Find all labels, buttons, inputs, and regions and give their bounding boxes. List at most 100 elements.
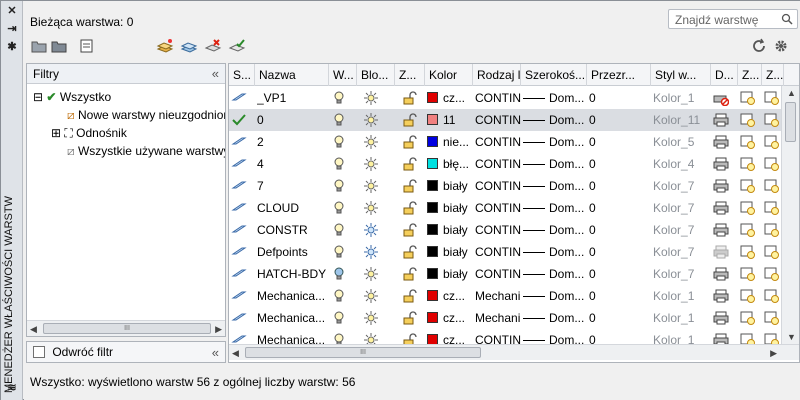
layer-plot-toggle[interactable] (713, 175, 738, 197)
layer-lock-toggle[interactable] (397, 153, 425, 175)
layer-status-cell[interactable] (231, 285, 255, 307)
layer-lineweight-cell[interactable]: Dom... (523, 131, 587, 153)
layer-new-vp-freeze-toggle[interactable] (740, 263, 762, 285)
layer-freeze-toggle[interactable] (359, 197, 395, 219)
layer-row[interactable]: HATCH-BDY biały CONTIN... Dom... 0 Kolor_7 (229, 263, 782, 285)
layer-status-cell[interactable] (231, 219, 255, 241)
layer-name-cell[interactable]: Defpoints (257, 241, 329, 263)
layer-name-cell[interactable]: 4 (257, 153, 329, 175)
layer-status-cell[interactable] (231, 307, 255, 329)
layer-plotstyle-cell[interactable]: Kolor_5 (653, 131, 711, 153)
layer-plotstyle-cell[interactable]: Kolor_7 (653, 241, 711, 263)
new-group-filter-icon[interactable] (50, 37, 68, 55)
layer-plotstyle-cell[interactable]: Kolor_1 (653, 285, 711, 307)
scroll-thumb[interactable]: III (245, 347, 481, 358)
column-header[interactable]: Szerokoś... (521, 64, 587, 86)
properties-gear-icon[interactable]: ✱ (6, 41, 18, 53)
layer-plot-toggle[interactable] (713, 87, 738, 109)
grid-horizontal-scrollbar[interactable]: ◀ III ▶ (229, 344, 799, 360)
layer-lock-toggle[interactable] (397, 307, 425, 329)
scroll-up-icon[interactable]: ▲ (787, 88, 796, 98)
layer-on-toggle[interactable] (331, 197, 357, 219)
layer-row[interactable]: Defpoints biały CONTIN... Dom... 0 Kolor_7 (229, 241, 782, 263)
layer-linetype-cell[interactable]: CONTIN... (475, 87, 521, 109)
layer-color-cell[interactable]: biały (427, 197, 473, 219)
layer-new-vp-freeze-toggle[interactable] (740, 131, 762, 153)
layer-linetype-cell[interactable]: CONTIN... (475, 219, 521, 241)
layer-lock-toggle[interactable] (397, 285, 425, 307)
layer-freeze-toggle[interactable] (359, 307, 395, 329)
layer-row[interactable]: 7 biały CONTIN... Dom... 0 Kolor_7 (229, 175, 782, 197)
layer-status-cell[interactable] (231, 87, 255, 109)
layer-color-cell[interactable]: cz... (427, 285, 473, 307)
layer-freeze-toggle[interactable] (359, 285, 395, 307)
layer-row[interactable]: 4 błę... CONTIN... Dom... 0 Kolor_4 (229, 153, 782, 175)
grid-vertical-scrollbar[interactable]: ▲ ▼ (781, 86, 799, 344)
delete-layer-icon[interactable] (204, 37, 222, 55)
layer-lineweight-cell[interactable]: Dom... (523, 263, 587, 285)
layer-new-vp-freeze-toggle[interactable] (740, 197, 762, 219)
layer-status-cell[interactable] (231, 263, 255, 285)
layer-new-vp-freeze-toggle[interactable] (740, 307, 762, 329)
layer-transparency-cell[interactable]: 0 (589, 153, 651, 175)
layer-name-cell[interactable]: 2 (257, 131, 329, 153)
layer-plotstyle-cell[interactable]: Kolor_1 (653, 87, 711, 109)
layer-plotstyle-cell[interactable]: Kolor_1 (653, 307, 711, 329)
layer-new-vp-freeze-toggle[interactable] (740, 175, 762, 197)
layer-transparency-cell[interactable]: 0 (589, 307, 651, 329)
layer-name-cell[interactable]: 0 (257, 109, 329, 131)
layer-lock-toggle[interactable] (397, 131, 425, 153)
layer-name-cell[interactable]: CLOUD (257, 197, 329, 219)
invert-filter-checkbox[interactable] (33, 346, 45, 358)
layer-name-cell[interactable]: CONSTR (257, 219, 329, 241)
settings-gear-icon[interactable] (772, 37, 790, 55)
refresh-icon[interactable] (750, 37, 768, 55)
layer-on-toggle[interactable] (331, 307, 357, 329)
layer-lock-toggle[interactable] (397, 263, 425, 285)
layer-plot-toggle[interactable] (713, 241, 738, 263)
layer-row[interactable]: 2 nie... CONTIN... Dom... 0 Kolor_5 (229, 131, 782, 153)
layer-color-cell[interactable]: 11 (427, 109, 473, 131)
layer-on-toggle[interactable] (331, 263, 357, 285)
layer-transparency-cell[interactable]: 0 (589, 131, 651, 153)
scroll-right-icon[interactable]: ▶ (215, 324, 222, 335)
column-header[interactable]: Z... (762, 64, 784, 86)
layer-plot-toggle[interactable] (713, 307, 738, 329)
layer-transparency-cell[interactable]: 0 (589, 285, 651, 307)
layer-plotstyle-cell[interactable]: Kolor_7 (653, 219, 711, 241)
layer-lineweight-cell[interactable]: Dom... (523, 197, 587, 219)
scroll-right-icon[interactable]: ▶ (770, 348, 777, 359)
layer-color-cell[interactable]: nie... (427, 131, 473, 153)
layer-linetype-cell[interactable]: CONTIN... (475, 241, 521, 263)
layer-row[interactable]: Mechanica... cz... Mechani... Dom... 0 Kolor_… (229, 307, 782, 329)
layer-freeze-toggle[interactable] (359, 175, 395, 197)
layer-freeze-toggle[interactable] (359, 153, 395, 175)
layer-on-toggle[interactable] (331, 285, 357, 307)
layer-plotstyle-cell[interactable]: Kolor_7 (653, 175, 711, 197)
layer-freeze-toggle[interactable] (359, 131, 395, 153)
layer-lineweight-cell[interactable]: Dom... (523, 285, 587, 307)
scroll-left-icon[interactable]: ◀ (30, 324, 37, 335)
layer-transparency-cell[interactable]: 0 (589, 87, 651, 109)
column-header[interactable]: Kolor (425, 64, 473, 86)
layer-freeze-toggle[interactable] (359, 263, 395, 285)
layer-row[interactable]: CONSTR biały CONTIN... Dom... 0 Kolor_7 (229, 219, 782, 241)
collapse-expander-icon[interactable]: ⊟ (33, 90, 43, 104)
layer-row[interactable]: Mechanica... cz... Mechani... Dom... 0 Kolor_… (229, 285, 782, 307)
layer-transparency-cell[interactable]: 0 (589, 175, 651, 197)
layer-name-cell[interactable]: Mechanica... (257, 307, 329, 329)
layer-color-cell[interactable]: cz... (427, 307, 473, 329)
layer-states-manager-icon[interactable] (78, 37, 96, 55)
layer-freeze-toggle[interactable] (359, 87, 395, 109)
layer-linetype-cell[interactable]: CONTIN... (475, 131, 521, 153)
layer-linetype-cell[interactable]: CONTIN... (475, 109, 521, 131)
layer-plot-toggle[interactable] (713, 153, 738, 175)
layer-on-toggle[interactable] (331, 153, 357, 175)
layer-color-cell[interactable]: błę... (427, 153, 473, 175)
layer-plot-toggle[interactable] (713, 285, 738, 307)
layer-status-cell[interactable] (231, 153, 255, 175)
layer-linetype-cell[interactable]: Mechani... (475, 307, 521, 329)
filter-tree-item-xref[interactable]: ⊞ ⛶ Odnośnik (51, 124, 127, 142)
layer-lock-toggle[interactable] (397, 219, 425, 241)
layer-lock-toggle[interactable] (397, 175, 425, 197)
